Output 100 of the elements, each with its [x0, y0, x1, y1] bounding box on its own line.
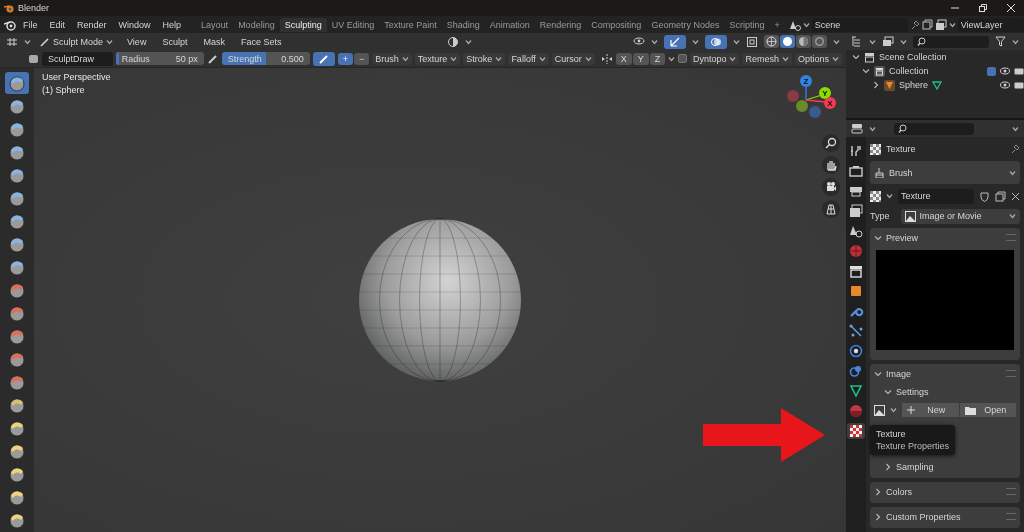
- fake-user-shield-icon[interactable]: [979, 190, 990, 202]
- dropdown-menu[interactable]: Remesh: [742, 52, 792, 65]
- brush-name-field[interactable]: SculptDraw: [42, 51, 113, 66]
- panel-header[interactable]: Colors: [886, 486, 912, 497]
- gizmo-icon[interactable]: [669, 35, 681, 48]
- workspace-tab[interactable]: Scripting: [724, 17, 770, 32]
- zoom-icon[interactable]: [825, 137, 837, 149]
- filter-icon[interactable]: [995, 36, 1006, 47]
- direction-button[interactable]: −: [354, 52, 370, 65]
- editor-type-icon[interactable]: [6, 36, 18, 47]
- menu-item[interactable]: Mask: [198, 34, 230, 49]
- pen-pressure-icon[interactable]: [206, 52, 219, 65]
- outliner-item[interactable]: Collection: [889, 66, 929, 76]
- dropdown-menu[interactable]: Stroke: [463, 52, 506, 65]
- shading-mode-button[interactable]: [780, 35, 795, 48]
- menu-item[interactable]: Face Sets: [235, 34, 287, 49]
- dropdown-menu[interactable]: Brush: [372, 52, 412, 65]
- pin-icon[interactable]: [1010, 144, 1020, 154]
- shading-mode-button[interactable]: [812, 35, 827, 48]
- properties-tab[interactable]: [847, 263, 865, 279]
- dropdown-menu[interactable]: Cursor: [551, 52, 595, 65]
- image-icon[interactable]: [874, 404, 885, 416]
- texture-type-dropdown[interactable]: Image or Movie: [900, 208, 1020, 224]
- visibility-icon[interactable]: [447, 35, 460, 48]
- dyntopo-dropdown[interactable]: Dyntopo: [689, 52, 740, 65]
- open-image-button[interactable]: Open: [959, 403, 1016, 417]
- axis-toggle[interactable]: Y: [632, 52, 649, 65]
- disclosure-icon[interactable]: [874, 233, 882, 242]
- pen-pressure-icon[interactable]: [317, 52, 330, 65]
- xray-icon[interactable]: [746, 35, 758, 48]
- exclude-checkbox[interactable]: [987, 66, 996, 76]
- dyntopo-checkbox[interactable]: [678, 54, 687, 63]
- axis-toggle[interactable]: Z: [649, 52, 666, 65]
- disclosure-icon[interactable]: [884, 462, 892, 471]
- menu-item[interactable]: Window: [113, 17, 156, 32]
- dropdown-menu[interactable]: Falloff: [508, 52, 549, 65]
- duplicate-icon[interactable]: [921, 19, 933, 30]
- new-image-button[interactable]: New: [902, 403, 959, 417]
- properties-tab[interactable]: [847, 423, 865, 439]
- workspace-tab[interactable]: Compositing: [586, 17, 647, 32]
- disclosure-icon[interactable]: [874, 369, 882, 378]
- eye-icon[interactable]: [1000, 67, 1010, 75]
- dropdown-menu[interactable]: Texture: [414, 52, 461, 65]
- image-stack-icon[interactable]: [882, 36, 894, 47]
- subpanel-header[interactable]: Sampling: [896, 461, 934, 472]
- menu-item[interactable]: File: [18, 17, 43, 32]
- checker-icon[interactable]: [870, 190, 881, 202]
- search-field[interactable]: [894, 122, 974, 135]
- menu-item[interactable]: Help: [157, 17, 187, 32]
- disclosure-icon[interactable]: [872, 81, 880, 89]
- pin-icon[interactable]: [909, 19, 920, 30]
- properties-tab[interactable]: [847, 383, 865, 399]
- disclosure-icon[interactable]: [852, 53, 860, 61]
- disclosure-icon[interactable]: [874, 487, 882, 496]
- menu-item[interactable]: Sculpt: [157, 34, 193, 49]
- image-stack-icon[interactable]: [934, 18, 947, 31]
- close-icon[interactable]: [1006, 3, 1016, 13]
- disclosure-icon[interactable]: [884, 387, 892, 396]
- workspace-tab[interactable]: Animation: [484, 17, 535, 32]
- menu-item[interactable]: View: [122, 34, 152, 49]
- properties-tab[interactable]: [847, 203, 865, 219]
- properties-tab[interactable]: [847, 163, 865, 179]
- panel-header[interactable]: Image: [886, 368, 911, 379]
- properties-tab[interactable]: [847, 343, 865, 359]
- outliner-mode-icon[interactable]: [851, 36, 863, 47]
- duplicate-icon[interactable]: [995, 190, 1006, 202]
- axis-toggle[interactable]: X: [615, 52, 632, 65]
- shading-mode-button[interactable]: [764, 35, 779, 48]
- workspace-tab[interactable]: UV Editing: [326, 17, 380, 32]
- menu-item[interactable]: Render: [72, 17, 112, 32]
- eye-icon[interactable]: [1000, 81, 1010, 89]
- workspace-tab[interactable]: Modeling: [233, 17, 280, 32]
- disclosure-icon[interactable]: [862, 67, 870, 75]
- texture-context-dropdown[interactable]: Brush: [870, 161, 1020, 184]
- workspace-tab[interactable]: Texture Paint: [379, 17, 442, 32]
- direction-button[interactable]: +: [337, 52, 354, 65]
- workspace-tab[interactable]: Rendering: [534, 17, 587, 32]
- eye-pointer-icon[interactable]: [633, 35, 645, 48]
- subpanel-header[interactable]: Settings: [896, 386, 929, 397]
- scene-field[interactable]: Scene: [811, 17, 908, 32]
- symmetry-icon[interactable]: [600, 52, 613, 65]
- shading-mode-button[interactable]: [796, 35, 811, 48]
- blender-logo-icon[interactable]: [4, 18, 16, 31]
- axis-gizmo[interactable]: Z Y X: [780, 72, 840, 132]
- panel-header[interactable]: Preview: [886, 232, 918, 243]
- grid-icon[interactable]: [825, 203, 837, 215]
- overlay-icon[interactable]: [710, 35, 722, 48]
- radius-slider[interactable]: Radius 50 px: [115, 52, 204, 65]
- search-field[interactable]: [913, 35, 989, 48]
- mode-dropdown[interactable]: Sculpt Mode: [37, 35, 117, 48]
- workspace-tab[interactable]: Layout: [196, 17, 234, 32]
- workspace-tab[interactable]: Shading: [441, 17, 485, 32]
- workspace-tab[interactable]: Sculpting: [279, 17, 327, 32]
- workspace-tab[interactable]: Geometry Nodes: [646, 17, 725, 32]
- add-workspace-button[interactable]: +: [769, 17, 785, 32]
- disclosure-icon[interactable]: [874, 512, 882, 521]
- properties-tab[interactable]: [847, 323, 865, 339]
- properties-editor-icon[interactable]: [851, 123, 863, 134]
- view-layer-field[interactable]: ViewLayer: [957, 17, 1024, 32]
- dropdown-menu[interactable]: Options: [794, 52, 842, 65]
